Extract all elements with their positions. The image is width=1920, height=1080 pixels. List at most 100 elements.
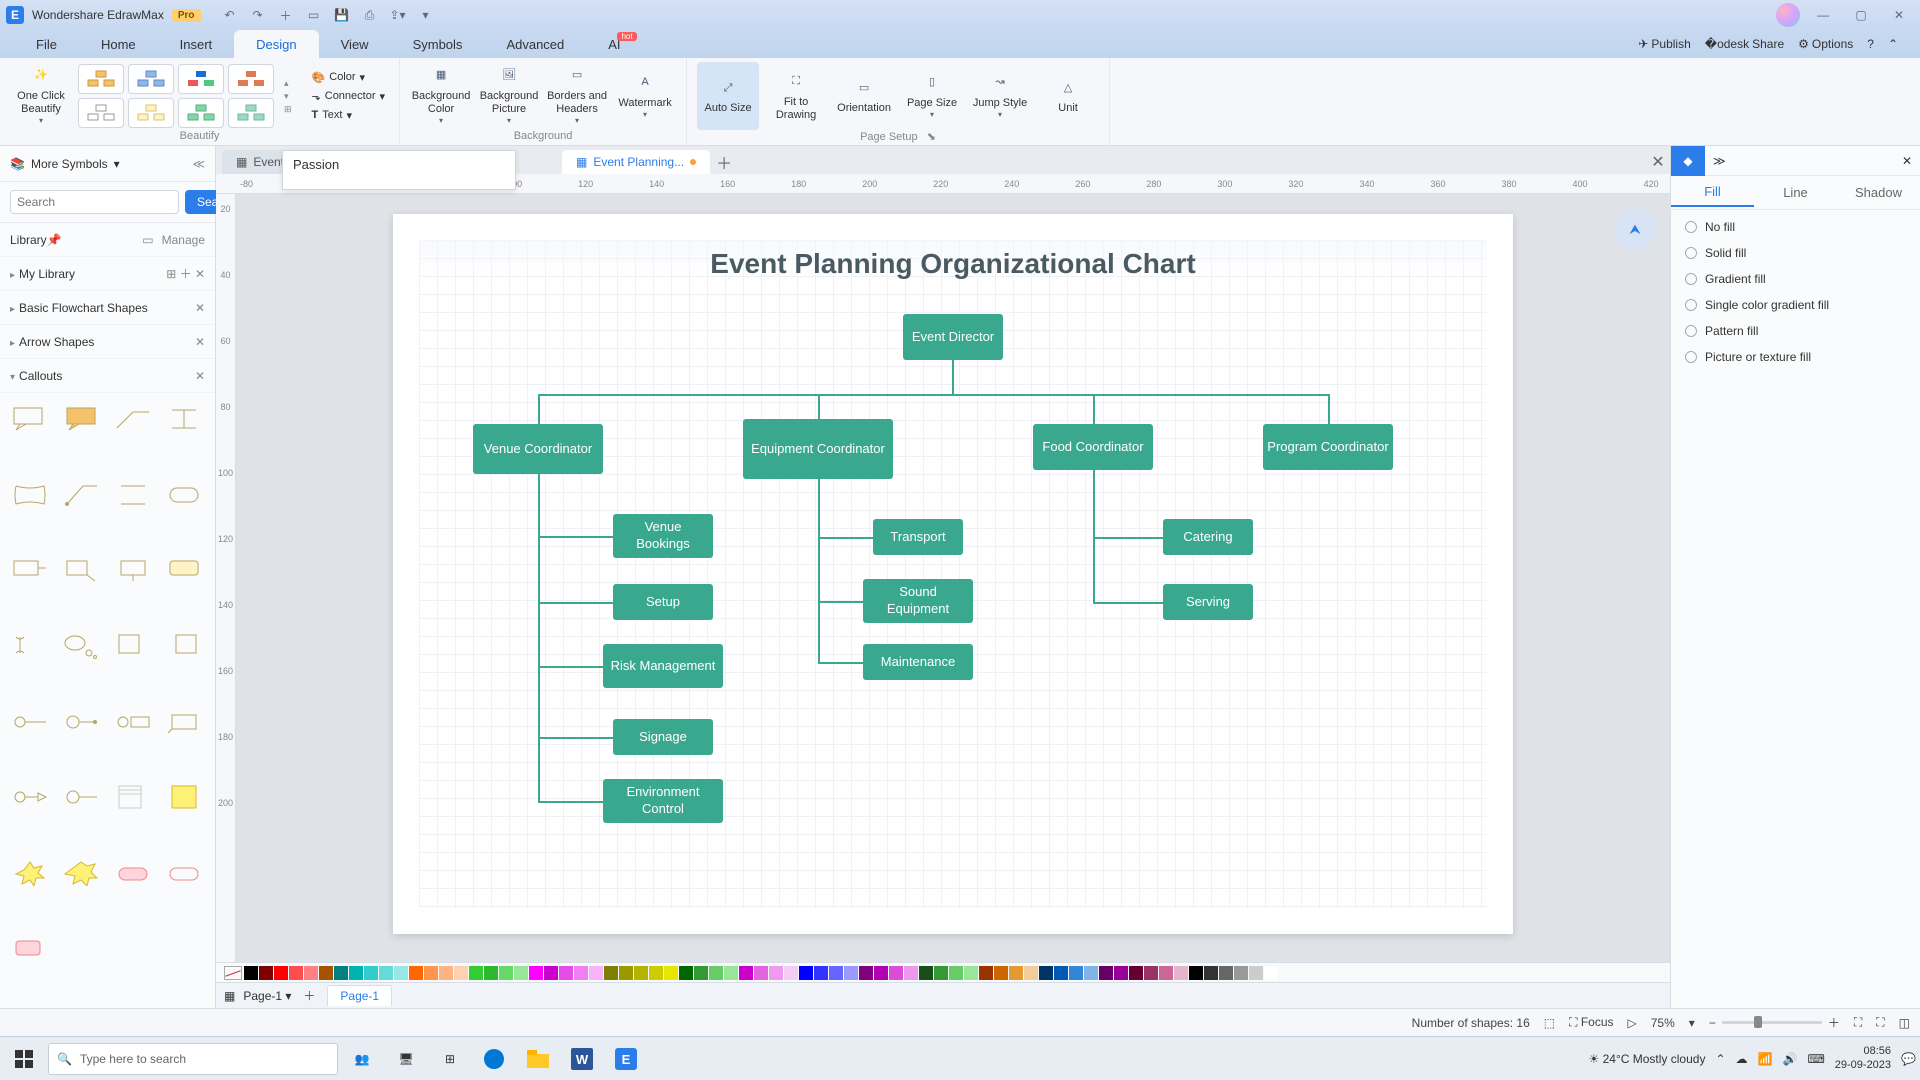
org-node[interactable]: Transport xyxy=(873,519,963,555)
style-swatch[interactable] xyxy=(228,64,274,94)
fill-option-gradient[interactable]: Gradient fill xyxy=(1685,272,1906,286)
callout-shape[interactable] xyxy=(113,554,153,586)
color-swatch[interactable] xyxy=(1024,966,1038,980)
color-swatch[interactable] xyxy=(319,966,333,980)
close-tab-button[interactable]: ✕ xyxy=(1646,150,1670,174)
explorer-icon[interactable] xyxy=(518,1041,558,1077)
share-button[interactable]: �odesk Share xyxy=(1705,37,1784,51)
color-swatch[interactable] xyxy=(979,966,993,980)
color-swatch[interactable] xyxy=(1129,966,1143,980)
color-swatch[interactable] xyxy=(589,966,603,980)
color-swatch[interactable] xyxy=(1159,966,1173,980)
orientation-button[interactable]: ▭Orientation xyxy=(833,62,895,130)
section-callouts[interactable]: Callouts✕ xyxy=(0,359,215,393)
color-swatch[interactable] xyxy=(904,966,918,980)
callout-shape[interactable] xyxy=(164,403,204,435)
color-swatch[interactable] xyxy=(1234,966,1248,980)
callout-shape[interactable] xyxy=(113,630,153,662)
menu-design[interactable]: Design xyxy=(234,30,318,58)
fill-option-none[interactable]: No fill xyxy=(1685,220,1906,234)
menu-view[interactable]: View xyxy=(319,30,391,58)
color-swatch[interactable] xyxy=(274,966,288,980)
color-swatch[interactable] xyxy=(439,966,453,980)
color-swatch[interactable] xyxy=(334,966,348,980)
canvas-viewport[interactable]: ⮝ Event Planning Organizational Chart Ev… xyxy=(236,194,1670,962)
library-row[interactable]: Library 📌 ▭ Manage xyxy=(0,223,215,257)
color-swatch[interactable] xyxy=(1174,966,1188,980)
open-button[interactable]: ▭ xyxy=(303,4,325,26)
org-node[interactable]: Venue Coordinator xyxy=(473,424,603,474)
my-library-row[interactable]: My Library ⊞ ＋ ✕ xyxy=(0,257,215,291)
unit-button[interactable]: △Unit xyxy=(1037,62,1099,130)
color-swatch[interactable] xyxy=(784,966,798,980)
color-swatch[interactable] xyxy=(379,966,393,980)
color-swatch[interactable] xyxy=(889,966,903,980)
tab-line[interactable]: Line xyxy=(1754,179,1837,206)
callout-shape[interactable] xyxy=(113,479,153,511)
color-swatch[interactable] xyxy=(469,966,483,980)
callout-shape[interactable] xyxy=(164,630,204,662)
page-tab-active[interactable]: Page-1 xyxy=(327,985,392,1006)
weather-widget[interactable]: ☀ 24°C Mostly cloudy xyxy=(1589,1052,1706,1066)
color-swatch[interactable] xyxy=(1204,966,1218,980)
page-layout-icon[interactable]: ▦ xyxy=(224,989,235,1003)
one-click-beautify-button[interactable]: ✨ One Click Beautify xyxy=(10,62,72,130)
color-swatch[interactable] xyxy=(679,966,693,980)
callout-shape[interactable] xyxy=(113,781,153,813)
callout-shape[interactable] xyxy=(10,403,50,435)
taskbar-app[interactable]: 👥 xyxy=(342,1041,382,1077)
callout-shape[interactable] xyxy=(164,781,204,813)
publish-button[interactable]: ✈ Publish xyxy=(1638,37,1690,51)
color-swatch[interactable] xyxy=(244,966,258,980)
color-swatch[interactable] xyxy=(829,966,843,980)
callout-shape[interactable] xyxy=(61,857,101,889)
style-swatch[interactable] xyxy=(178,98,224,128)
org-node[interactable]: Sound Equipment xyxy=(863,579,973,623)
borders-headers-button[interactable]: ▭Borders and Headers xyxy=(546,62,608,130)
color-swatch[interactable] xyxy=(724,966,738,980)
color-swatch[interactable] xyxy=(1144,966,1158,980)
background-picture-button[interactable]: 🖼Background Picture xyxy=(478,62,540,130)
section-arrow-shapes[interactable]: Arrow Shapes✕ xyxy=(0,325,215,359)
color-swatch[interactable] xyxy=(844,966,858,980)
callout-shape[interactable] xyxy=(113,403,153,435)
save-button[interactable]: 💾 xyxy=(331,4,353,26)
menu-insert[interactable]: Insert xyxy=(158,30,235,58)
text-dropdown[interactable]: T Text ▾ xyxy=(308,107,390,124)
color-swatch[interactable] xyxy=(409,966,423,980)
menu-advanced[interactable]: Advanced xyxy=(484,30,586,58)
org-node-root[interactable]: Event Director xyxy=(903,314,1003,360)
style-swatch[interactable] xyxy=(128,98,174,128)
color-swatch[interactable] xyxy=(874,966,888,980)
org-node[interactable]: Catering xyxy=(1163,519,1253,555)
add-page-button[interactable]: ＋ xyxy=(299,986,319,1006)
color-swatch[interactable] xyxy=(529,966,543,980)
zoom-in-button[interactable]: ＋ xyxy=(1828,1014,1840,1031)
color-swatch[interactable] xyxy=(1114,966,1128,980)
callout-shape[interactable] xyxy=(61,706,101,738)
callout-shape[interactable] xyxy=(10,781,50,813)
gallery-up[interactable]: ▴ xyxy=(284,78,292,89)
taskbar-app[interactable]: 🖥 xyxy=(386,1041,426,1077)
callout-shape[interactable] xyxy=(61,479,101,511)
org-node[interactable]: Venue Bookings xyxy=(613,514,713,558)
callout-shape[interactable] xyxy=(10,932,50,964)
color-swatch[interactable] xyxy=(1084,966,1098,980)
callout-shape[interactable] xyxy=(10,479,50,511)
color-swatch[interactable] xyxy=(544,966,558,980)
color-swatch[interactable] xyxy=(454,966,468,980)
rename-input[interactable]: Passion xyxy=(282,150,516,190)
color-swatch[interactable] xyxy=(574,966,588,980)
fill-option-single-gradient[interactable]: Single color gradient fill xyxy=(1685,298,1906,312)
callout-shape[interactable] xyxy=(10,554,50,586)
collapse-panel-button[interactable]: ≪ xyxy=(192,157,205,171)
close-button[interactable]: ✕ xyxy=(1884,4,1914,26)
menu-home[interactable]: Home xyxy=(79,30,158,58)
callout-shape[interactable] xyxy=(61,554,101,586)
edge-icon[interactable] xyxy=(474,1041,514,1077)
edrawmax-icon[interactable]: E xyxy=(606,1041,646,1077)
color-swatch[interactable] xyxy=(604,966,618,980)
tray-chevron[interactable]: ⌃ xyxy=(1715,1052,1725,1066)
color-swatch[interactable] xyxy=(394,966,408,980)
color-swatch[interactable] xyxy=(754,966,768,980)
